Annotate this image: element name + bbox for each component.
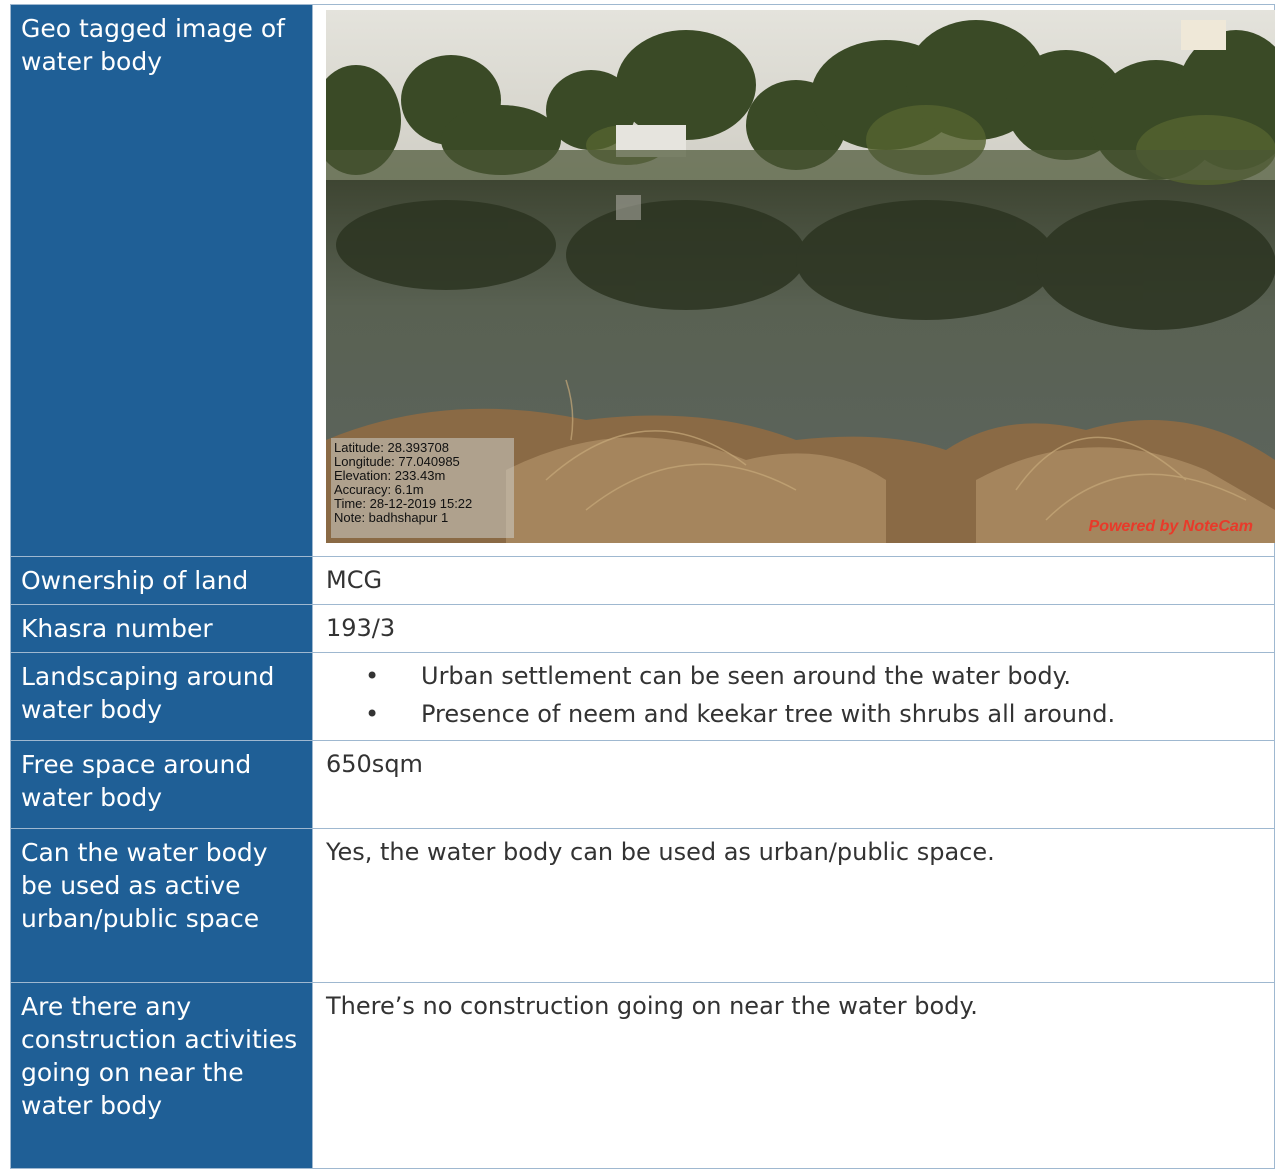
row-label-construction: Are there any construction activities go… [10, 982, 313, 1169]
geotag-note: Note: badhshapur 1 [334, 510, 449, 525]
geotag-overlay: Latitude: 28.393708 Longitude: 77.040985… [331, 438, 514, 538]
row-value-urban-use: Yes, the water body can be used as urban… [312, 828, 1275, 983]
row-value-landscaping: Urban settlement can be seen around the … [312, 652, 1275, 741]
row-label-photo: Geo tagged image of water body [10, 4, 313, 557]
row-label-ownership: Ownership of land [10, 556, 313, 605]
table-row-urban-use: Can the water body be used as active urb… [10, 828, 1275, 983]
row-value-ownership: MCG [312, 556, 1275, 605]
row-label-urban-use: Can the water body be used as active urb… [10, 828, 313, 983]
table-row-ownership: Ownership of land MCG [10, 556, 1275, 605]
row-label-khasra: Khasra number [10, 604, 313, 653]
water-body-info-table: Geo tagged image of water body Latitude:… [10, 4, 1275, 1169]
row-label-free-space: Free space around water body [10, 740, 313, 829]
table-row-construction: Are there any construction activities go… [10, 982, 1275, 1169]
row-label-landscaping: Landscaping around water body [10, 652, 313, 741]
row-value-photo: Latitude: 28.393708 Longitude: 77.040985… [312, 4, 1275, 557]
geotag-accuracy: Accuracy: 6.1m [334, 482, 424, 497]
list-item: Urban settlement can be seen around the … [365, 660, 1266, 693]
geotag-longitude: Longitude: 77.040985 [334, 454, 460, 469]
notecam-watermark: Powered by NoteCam [1088, 518, 1253, 535]
table-row-photo: Geo tagged image of water body Latitude:… [10, 4, 1275, 557]
geotag-elevation: Elevation: 233.43m [334, 468, 446, 483]
geotag-latitude: Latitude: 28.393708 [334, 440, 449, 455]
geo-tagged-photo: Latitude: 28.393708 Longitude: 77.040985… [326, 10, 1275, 543]
list-item: Presence of neem and keekar tree with sh… [365, 698, 1266, 731]
table-row-khasra: Khasra number 193/3 [10, 604, 1275, 653]
row-value-khasra: 193/3 [312, 604, 1275, 653]
row-value-construction: There’s no construction going on near th… [312, 982, 1275, 1169]
row-value-free-space: 650sqm [312, 740, 1275, 829]
landscaping-bullet-list: Urban settlement can be seen around the … [326, 660, 1266, 731]
geotag-time: Time: 28-12-2019 15:22 [334, 496, 473, 511]
table-row-landscaping: Landscaping around water body Urban sett… [10, 652, 1275, 741]
table-row-free-space: Free space around water body 650sqm [10, 740, 1275, 829]
